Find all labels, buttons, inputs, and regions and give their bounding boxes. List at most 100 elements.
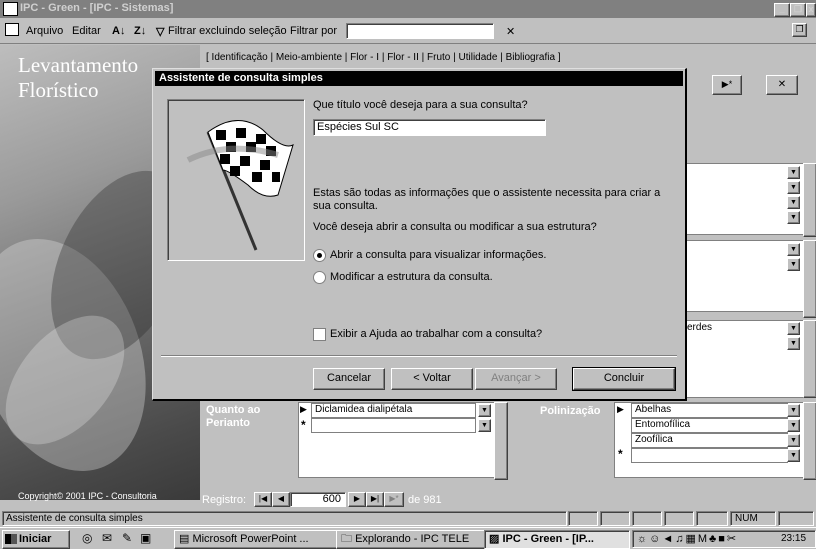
menu-editar[interactable]: Editar	[72, 25, 101, 37]
dropdown-arrow[interactable]: ▼	[787, 243, 800, 256]
status-pane	[568, 511, 598, 526]
restore-button[interactable]: ❐	[790, 3, 806, 17]
task-explorer[interactable]: 🗀 Explorando - IPC TELE	[336, 530, 486, 549]
status-pane	[600, 511, 630, 526]
task-powerpoint[interactable]: ▤ Microsoft PowerPoint ...	[174, 530, 338, 549]
query-title-input[interactable]: Espécies Sul SC	[313, 119, 546, 136]
status-pane	[632, 511, 662, 526]
menu-arquivo[interactable]: Arquivo	[26, 25, 63, 37]
help-checkbox-label[interactable]: Exibir a Ajuda ao trabalhar com a consul…	[330, 328, 542, 340]
sort-descending-icon[interactable]: Z↓	[134, 25, 146, 37]
menu-filtrar-excluindo[interactable]: Filtrar excluindo seleção	[168, 25, 287, 37]
help-checkbox[interactable]	[313, 328, 326, 341]
section-tabs[interactable]: [ Identificação | Meio-ambiente | Flor -…	[206, 52, 561, 63]
finish-button[interactable]: Concluir	[572, 367, 676, 391]
form-view-icon[interactable]	[5, 23, 19, 36]
task-powerpoint-label: Microsoft PowerPoint ...	[192, 533, 309, 545]
polinizacao-record-marker-icon: ▶	[617, 404, 624, 414]
choice-text: Você deseja abrir a consulta ou modifica…	[313, 221, 597, 233]
scrollbar-vertical[interactable]	[803, 402, 816, 480]
dialog-titlebar[interactable]: Assistente de consulta simples	[155, 71, 683, 86]
prev-record-button[interactable]: ◀	[272, 492, 290, 507]
new-record-button[interactable]: ▶*	[712, 75, 742, 95]
start-label: Iniciar	[19, 533, 52, 545]
dialog-divider	[161, 355, 677, 357]
polinizacao-item[interactable]: Abelhas	[631, 403, 788, 418]
dialog-title: Assistente de consulta simples	[159, 72, 323, 84]
window-title: IPC - Green - [IPC - Sistemas]	[20, 2, 174, 14]
quicklaunch-outlook-icon[interactable]: ✉	[102, 531, 112, 545]
app-heading-line2: Florístico	[18, 78, 99, 102]
dropdown-arrow[interactable]: ▼	[787, 404, 800, 417]
task-ipc-green[interactable]: ▨ IPC - Green - [IP...	[484, 530, 630, 549]
cancel-button[interactable]: Cancelar	[313, 368, 385, 390]
quicklaunch-channel-icon[interactable]: ✎	[122, 531, 132, 545]
taskbar: Iniciar ◎ ✉ ✎ ▣ ▤ Microsoft PowerPoint .…	[0, 527, 816, 549]
app-icon[interactable]	[3, 2, 18, 16]
sort-ascending-icon[interactable]: A↓	[112, 25, 125, 37]
record-number-input[interactable]: 600	[290, 492, 346, 507]
dropdown-arrow[interactable]: ▼	[787, 337, 800, 350]
polinizacao-label: Polinização	[540, 405, 601, 417]
radio-dot	[317, 253, 322, 258]
dropdown-arrow[interactable]: ▼	[787, 196, 800, 209]
scrollbar-vertical[interactable]	[803, 163, 816, 237]
powerpoint-icon: ▤	[179, 533, 193, 545]
scrollbar-vertical[interactable]	[494, 402, 508, 480]
dropdown-arrow[interactable]: ▼	[478, 404, 491, 417]
radio-open-consulta[interactable]	[313, 249, 326, 262]
filter-input[interactable]	[346, 23, 494, 39]
clock: 23:15	[781, 533, 807, 544]
menu-bar: Arquivo Editar A↓ Z↓ ▽ Filtrar excluindo…	[0, 19, 816, 44]
filter-icon[interactable]: ▽	[156, 25, 164, 38]
new-record-nav-button[interactable]: ▶*	[384, 492, 404, 507]
option-modify-label[interactable]: Modificar a estrutura da consulta.	[330, 271, 493, 283]
wizard-dialog: Assistente de consulta simples Que títul…	[152, 68, 687, 401]
window-titlebar[interactable]: IPC - Green - [IPC - Sistemas] _ ❐ x	[0, 0, 816, 18]
system-tray: ☼☺◄♫▦M♣■✂ 23:15	[632, 530, 816, 548]
status-pane	[696, 511, 728, 526]
menu-filtrar-por[interactable]: Filtrar por	[290, 25, 337, 37]
dropdown-arrow[interactable]: ▼	[787, 322, 800, 335]
perianto-combo[interactable]: Diclamidea dialipétala	[311, 403, 476, 418]
quicklaunch-ie-icon[interactable]: ◎	[82, 531, 92, 545]
dropdown-arrow[interactable]: ▼	[787, 419, 800, 432]
tray-icons[interactable]: ☼☺◄♫▦M♣■✂	[637, 532, 738, 545]
last-record-button[interactable]: ▶|	[366, 492, 384, 507]
perianto-new-combo[interactable]	[311, 418, 476, 433]
perianto-record-marker-icon: ▶	[300, 404, 307, 414]
dropdown-arrow[interactable]: ▼	[787, 166, 800, 179]
dropdown-arrow[interactable]: ▼	[787, 449, 800, 462]
start-button[interactable]: Iniciar	[2, 530, 70, 549]
scrollbar-vertical[interactable]	[803, 240, 816, 318]
polinizacao-item[interactable]: Entomofílica	[631, 418, 788, 433]
status-bar: Assistente de consulta simples NUM	[0, 510, 816, 527]
doc-restore-button[interactable]: ❐	[792, 23, 807, 37]
scrollbar-vertical[interactable]	[803, 320, 816, 398]
dropdown-arrow[interactable]: ▼	[478, 419, 491, 432]
quicklaunch-desktop-icon[interactable]: ▣	[140, 531, 151, 545]
next-button[interactable]: Avançar >	[475, 368, 557, 390]
question-label: Que título você deseja para a sua consul…	[313, 99, 528, 111]
close-button[interactable]: x	[806, 3, 816, 17]
perianto-label: Quanto ao Perianto	[206, 404, 261, 429]
app-heading-line1: Levantamento	[18, 53, 139, 77]
polinizacao-item[interactable]: Zoofílica	[631, 433, 788, 448]
back-button[interactable]: < Voltar	[391, 368, 473, 390]
dropdown-arrow[interactable]: ▼	[787, 258, 800, 271]
dropdown-arrow[interactable]: ▼	[787, 434, 800, 447]
polinizacao-new-combo[interactable]	[631, 448, 788, 463]
delete-record-button[interactable]: ✕	[766, 75, 798, 95]
list-block-1	[684, 163, 804, 235]
wizard-image-frame	[167, 99, 305, 261]
next-record-button[interactable]: ▶	[348, 492, 366, 507]
new-row-asterisk-icon: *	[301, 418, 306, 432]
dropdown-arrow[interactable]: ▼	[787, 181, 800, 194]
minimize-button[interactable]: _	[774, 3, 790, 17]
record-total: de 981	[408, 494, 442, 506]
option-open-label[interactable]: Abrir a consulta para visualizar informa…	[330, 249, 546, 261]
first-record-button[interactable]: |◀	[254, 492, 272, 507]
dropdown-arrow[interactable]: ▼	[787, 211, 800, 224]
radio-modify-structure[interactable]	[313, 271, 326, 284]
remove-filter-icon[interactable]: ✕	[506, 25, 515, 38]
